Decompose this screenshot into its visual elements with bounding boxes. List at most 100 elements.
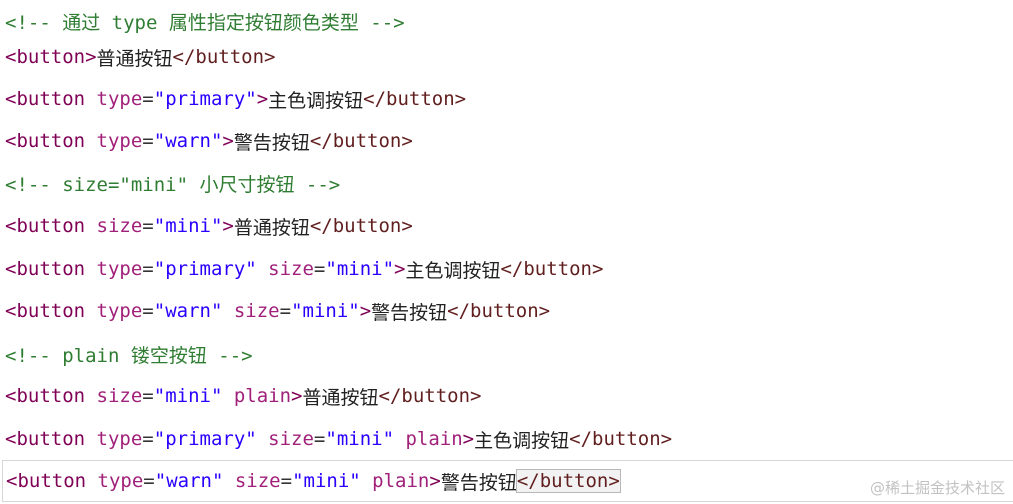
tag-end: </button> — [447, 300, 551, 322]
tag-end: </button> — [515, 469, 621, 493]
button-text: 警告按钮 — [440, 471, 517, 494]
code-line[interactable]: <button size = "mini" > 普通按钮 </button> — [0, 205, 1013, 247]
equals-sign: = — [142, 428, 154, 450]
attribute-value: "primary" — [153, 258, 257, 280]
attribute-value: "primary" — [153, 88, 257, 110]
button-text: 普通按钮 — [233, 216, 310, 239]
button-text: 主色调按钮 — [474, 429, 570, 452]
tag-close: > — [256, 88, 269, 110]
attribute-name: type — [96, 428, 143, 450]
equals-sign: = — [313, 258, 326, 280]
attribute-value: "mini" — [153, 215, 223, 237]
tag-open: <button — [5, 258, 86, 280]
tag-open: <button — [5, 130, 86, 152]
tag-close: > — [462, 428, 475, 450]
equals-sign: = — [142, 88, 154, 110]
tag-end: </button> — [378, 385, 482, 407]
attribute-value: "mini" — [153, 385, 223, 407]
tag-end: </button> — [309, 130, 413, 152]
attribute-value: "mini" — [292, 470, 361, 492]
attribute-name: size — [96, 385, 143, 407]
equals-sign: = — [142, 130, 154, 152]
equals-sign: = — [142, 300, 154, 322]
code-line[interactable]: <button size = "mini" plain > 普通按钮 </button> — [0, 375, 1013, 417]
tag-end: </button> — [569, 428, 673, 450]
attribute-name: size — [268, 258, 314, 280]
tag-open: <button — [5, 428, 86, 450]
tag-open: <button — [5, 46, 86, 68]
attribute-name: type — [96, 300, 143, 322]
tag-open: <button — [5, 215, 86, 237]
code-line[interactable]: <button type = "primary" size = "mini" plain… — [0, 418, 1013, 460]
attribute-name: plain — [372, 470, 430, 492]
equals-sign: = — [143, 470, 155, 492]
tag-end: </button> — [309, 215, 413, 237]
tag-open: <button — [5, 385, 86, 407]
tag-close: > — [85, 46, 97, 68]
tag-close: > — [429, 470, 441, 492]
button-text: 警告按钮 — [233, 131, 310, 154]
attribute-name: type — [96, 130, 143, 152]
attribute-name: plain — [233, 385, 292, 407]
attribute-name: size — [268, 428, 314, 450]
attribute-name: size — [96, 215, 143, 237]
code-line[interactable]: <button type = "primary" size = "mini" > 主色调按钮… — [0, 248, 1013, 290]
equals-sign: = — [313, 428, 326, 450]
equals-sign: = — [142, 385, 154, 407]
tag-open: <button — [5, 300, 86, 322]
tag-close: > — [222, 215, 234, 237]
comment-text: <!-- size="mini" 小尺寸按钮 --> — [5, 173, 341, 196]
attribute-value: "warn" — [153, 300, 223, 322]
button-text: 警告按钮 — [371, 301, 448, 324]
equals-sign: = — [142, 215, 154, 237]
tag-open: <button — [5, 88, 86, 110]
attribute-name: type — [97, 470, 144, 492]
tag-close: > — [291, 385, 303, 407]
equals-sign: = — [142, 258, 154, 280]
tag-close: > — [359, 300, 372, 322]
equals-sign: = — [280, 470, 293, 492]
button-text: 主色调按钮 — [268, 89, 364, 112]
code-line[interactable]: <button type = "warn" size = "mini" plain > 警告… — [2, 460, 1013, 502]
tag-open: <button — [6, 470, 87, 492]
equals-sign: = — [279, 300, 292, 322]
tag-close: > — [222, 130, 234, 152]
code-line[interactable]: <button type = "warn" > 警告按钮 </button> — [0, 120, 1013, 162]
code-line[interactable]: <button > 普通按钮 </button> — [0, 36, 1013, 78]
code-line[interactable]: <button type = "primary" > 主色调按钮 </button> — [0, 78, 1013, 120]
attribute-name: type — [96, 88, 143, 110]
tag-end: </button> — [363, 88, 467, 110]
attribute-value: "warn" — [153, 130, 223, 152]
code-editor[interactable]: <!-- 通过 type 属性指定按钮颜色类型 --> <button > 普通按钮 <… — [0, 0, 1013, 504]
tag-end: </button> — [172, 46, 276, 68]
attribute-name: size — [233, 300, 280, 322]
button-text: 普通按钮 — [96, 47, 173, 70]
code-comment-line[interactable]: <!-- size="mini" 小尺寸按钮 --> — [0, 162, 1013, 204]
attribute-value: "primary" — [153, 428, 257, 450]
attribute-value: "mini" — [325, 428, 395, 450]
comment-text: <!-- 通过 type 属性指定按钮颜色类型 --> — [5, 11, 405, 34]
watermark: @稀土掘金技术社区 — [869, 479, 1005, 497]
button-text: 普通按钮 — [302, 386, 379, 409]
attribute-name: plain — [405, 428, 463, 450]
button-text: 主色调按钮 — [405, 259, 501, 282]
attribute-name: type — [96, 258, 143, 280]
code-comment-line[interactable]: <!-- plain 镂空按钮 --> — [0, 333, 1013, 375]
tag-end: </button> — [500, 258, 604, 280]
attribute-value: "mini" — [291, 300, 360, 322]
code-line[interactable]: <button type = "warn" size = "mini" > 警告按钮 </bu… — [0, 290, 1013, 332]
tag-close: > — [394, 258, 406, 280]
